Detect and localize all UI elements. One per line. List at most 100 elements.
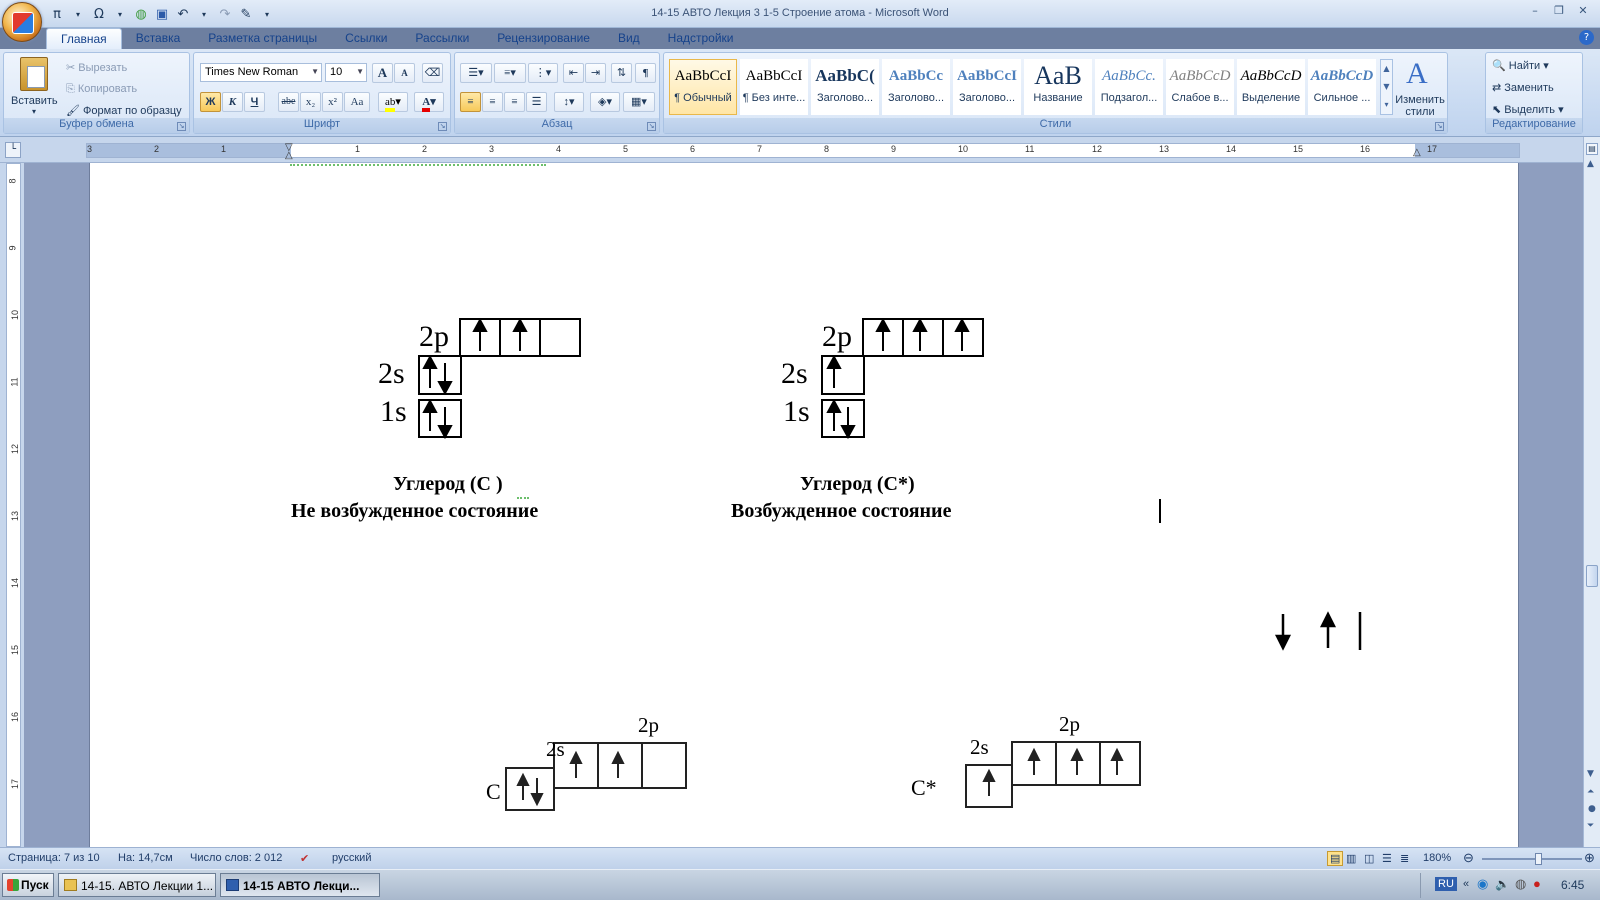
style-subtle-emphasis[interactable]: AaBbCcD Слабое в...	[1166, 59, 1234, 115]
close-button[interactable]: ✕	[1572, 2, 1594, 18]
tab-page-layout[interactable]: Разметка страницы	[194, 28, 331, 49]
bullets-icon[interactable]: ☰▾	[460, 63, 492, 83]
tray-expand-icon[interactable]: «	[1463, 878, 1469, 890]
line-spacing-icon[interactable]: ↕▾	[554, 92, 584, 112]
tab-addins[interactable]: Надстройки	[654, 28, 748, 49]
tab-home[interactable]: Главная	[46, 28, 122, 49]
font-color-icon[interactable]: A▾	[414, 92, 444, 112]
document-page[interactable]: 2p 2s 1s Углерод (С ) Не возбужденное со…	[89, 163, 1519, 847]
font-size-combo[interactable]: 10 ▼	[325, 63, 367, 82]
style-heading-3[interactable]: AaBbCcI Заголово...	[953, 59, 1021, 115]
dialog-launcher-icon[interactable]: ↘	[647, 122, 656, 131]
style-subtitle[interactable]: AaBbCc. Подзагол...	[1095, 59, 1163, 115]
paste-button[interactable]: Вставить	[11, 95, 58, 107]
ruler-toggle-icon[interactable]: ▤	[1586, 143, 1598, 155]
view-full-screen-icon[interactable]: ▥	[1346, 852, 1356, 865]
help-icon[interactable]: ?	[1579, 30, 1594, 45]
previous-page-icon[interactable]: ⏶	[1587, 787, 1594, 797]
dialog-launcher-icon[interactable]: ↘	[1435, 122, 1444, 131]
align-left-icon[interactable]: ≡	[460, 92, 481, 112]
highlight-icon[interactable]: ab▾	[378, 92, 408, 112]
view-print-layout-icon[interactable]: ▤	[1327, 851, 1344, 866]
format-painter-button[interactable]: 🖌 Формат по образцу	[66, 104, 182, 117]
language-badge[interactable]: RU	[1435, 877, 1457, 891]
tab-review[interactable]: Рецензирование	[483, 28, 604, 49]
sort-icon[interactable]: ⇅	[611, 63, 632, 83]
style-emphasis[interactable]: AaBbCcD Выделение	[1237, 59, 1305, 115]
superscript-button[interactable]: x²	[322, 92, 343, 112]
dialog-launcher-icon[interactable]: ↘	[177, 122, 186, 131]
italic-button[interactable]: К	[222, 92, 243, 112]
tray-security-icon[interactable]: ◍	[1515, 876, 1526, 892]
show-marks-button[interactable]: ¶	[635, 63, 656, 83]
increase-indent-icon[interactable]: ⇥	[585, 63, 606, 83]
copy-button[interactable]: ⎘ Копировать	[66, 83, 137, 96]
vertical-ruler[interactable]: 8 9 10 11 12 13 14 15 16 17	[6, 163, 21, 847]
office-button[interactable]	[2, 2, 42, 42]
change-styles-icon[interactable]: A	[1406, 57, 1428, 91]
indent-marker-icon[interactable]: ▽ △	[285, 143, 293, 161]
horizontal-ruler[interactable]: 3 2 1 1 2 3 4 5 6 7 8 9 10 11 12 13 14 15 16 17 ▽ △ △	[86, 143, 1520, 161]
subscript-button[interactable]: x₂	[300, 92, 321, 112]
next-page-icon[interactable]: ⏷	[1587, 821, 1594, 831]
tray-antivirus-icon[interactable]: ●	[1533, 876, 1541, 891]
view-draft-icon[interactable]: ≣	[1400, 852, 1409, 865]
tray-network-icon[interactable]: ◉	[1477, 876, 1488, 892]
taskbar-item-word[interactable]: 14-15 АВТО Лекци...	[220, 873, 380, 897]
tray-volume-icon[interactable]: 🔈	[1495, 877, 1510, 891]
vertical-scrollbar[interactable]: ▤ ▲ ▼ ⏶ ● ⏷	[1583, 137, 1600, 847]
shrink-font-button[interactable]: A	[394, 63, 415, 83]
zoom-slider-thumb[interactable]	[1535, 853, 1542, 865]
style-heading-1[interactable]: AaBbC(Заголово...	[811, 59, 879, 115]
paste-icon[interactable]	[20, 57, 48, 91]
proofing-icon[interactable]: ✔	[300, 852, 309, 865]
multilevel-list-icon[interactable]: ⋮▾	[528, 63, 558, 83]
scrollbar-thumb[interactable]	[1586, 565, 1598, 587]
font-name-combo[interactable]: Times New Roman ▼	[200, 63, 322, 82]
zoom-level[interactable]: 180%	[1423, 852, 1451, 864]
shading-icon[interactable]: ◈▾	[590, 92, 620, 112]
cursor-position[interactable]: На: 14,7см	[118, 852, 173, 864]
tab-view[interactable]: Вид	[604, 28, 654, 49]
align-right-icon[interactable]: ≡	[504, 92, 525, 112]
underline-button[interactable]: Ч	[244, 92, 265, 112]
strikethrough-button[interactable]: abe	[278, 92, 299, 112]
scroll-down-icon[interactable]: ▼	[1587, 769, 1594, 779]
change-case-button[interactable]: Aa	[344, 92, 370, 112]
cut-button[interactable]: ✂ Вырезать	[66, 61, 127, 74]
browse-object-icon[interactable]: ●	[1588, 804, 1596, 814]
style-title[interactable]: AaB Название	[1024, 59, 1092, 115]
style-intense-emphasis[interactable]: AaBbCcD Сильное ...	[1308, 59, 1376, 115]
tab-references[interactable]: Ссылки	[331, 28, 401, 49]
scroll-up-icon[interactable]: ▲	[1587, 159, 1594, 169]
change-styles-button[interactable]: Изменить стили	[1394, 94, 1446, 118]
start-button[interactable]: Пуск	[2, 873, 54, 897]
style-heading-2[interactable]: AaBbCc Заголово...	[882, 59, 950, 115]
zoom-out-icon[interactable]: ⊖	[1463, 850, 1474, 866]
restore-button[interactable]: ❐	[1548, 2, 1570, 18]
numbering-icon[interactable]: ≡▾	[494, 63, 526, 83]
borders-icon[interactable]: ▦▾	[623, 92, 655, 112]
language-indicator[interactable]: русский	[332, 852, 371, 864]
right-indent-marker-icon[interactable]: △	[1413, 147, 1421, 158]
paste-dropdown-icon[interactable]: ▾	[32, 107, 36, 116]
style-no-spacing[interactable]: AaBbCcI ¶ Без инте...	[740, 59, 808, 115]
select-button[interactable]: ⬉ Выделить ▾	[1492, 103, 1564, 116]
zoom-in-icon[interactable]: ⊕	[1584, 850, 1595, 866]
grow-font-button[interactable]: A	[372, 63, 393, 83]
taskbar-item-folder[interactable]: 14-15. АВТО Лекции 1...	[58, 873, 216, 897]
zoom-slider[interactable]	[1482, 853, 1582, 865]
find-button[interactable]: 🔍 Найти ▾	[1492, 59, 1549, 72]
tab-insert[interactable]: Вставка	[122, 28, 195, 49]
minimize-button[interactable]: –	[1524, 2, 1546, 18]
bold-button[interactable]: Ж	[200, 92, 221, 112]
dialog-launcher-icon[interactable]: ↘	[438, 122, 447, 131]
decrease-indent-icon[interactable]: ⇤	[563, 63, 584, 83]
page-count[interactable]: Страница: 7 из 10	[8, 852, 100, 864]
tab-selector-icon[interactable]: └	[5, 142, 21, 158]
align-center-icon[interactable]: ≡	[482, 92, 503, 112]
view-outline-icon[interactable]: ☰	[1382, 852, 1392, 865]
replace-button[interactable]: ⇄ Заменить	[1492, 81, 1554, 94]
styles-scroll-control[interactable]: ▲ ▼ ▾	[1380, 59, 1393, 115]
word-count[interactable]: Число слов: 2 012	[190, 852, 282, 864]
